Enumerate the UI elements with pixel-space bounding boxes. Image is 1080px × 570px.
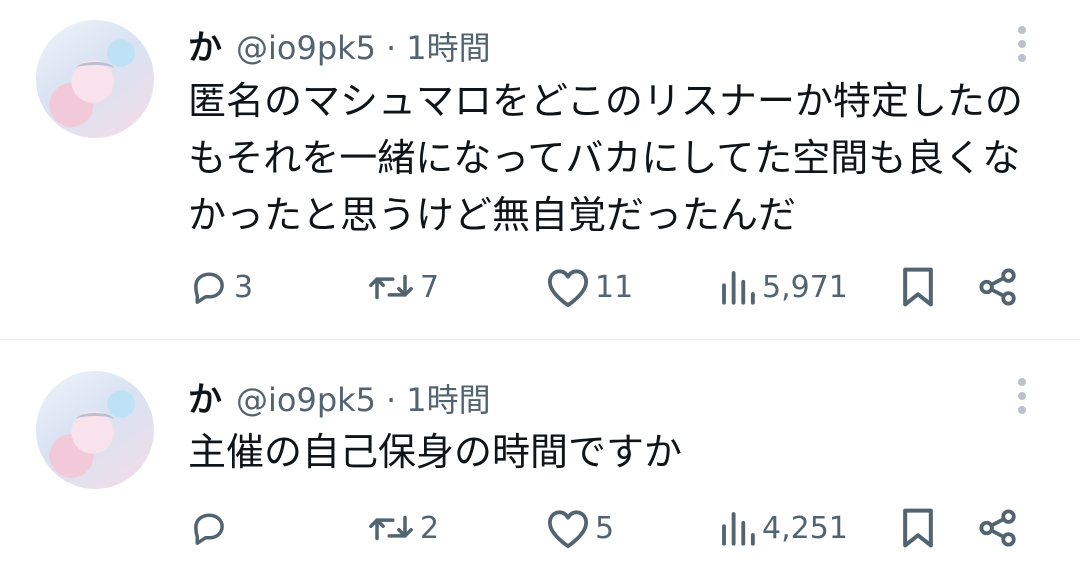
- retweet-button[interactable]: 7: [366, 262, 439, 312]
- share-button[interactable]: [977, 262, 1019, 312]
- separator: ·: [386, 381, 397, 419]
- reply-icon: [194, 272, 224, 304]
- view-count: 5,971: [762, 269, 848, 305]
- tweet-actions: 2 5 4,251: [188, 503, 1048, 553]
- reply-button[interactable]: [188, 503, 234, 553]
- tweet-actions: 3 7 11 5,971: [188, 262, 1048, 312]
- tweet[interactable]: か @io9pk5 · 1時間 匿名のマシュマロをどこのリスナーか特定したのもそ…: [0, 0, 1080, 339]
- tweet-text: 匿名のマシュマロをどこのリスナーか特定したのもそれを一緒になってバカにしてた空間…: [188, 79, 1023, 237]
- display-name[interactable]: か: [188, 20, 222, 69]
- display-name[interactable]: か: [188, 372, 222, 421]
- avatar[interactable]: [36, 371, 154, 489]
- bookmark-icon: [903, 267, 933, 307]
- user-handle[interactable]: @io9pk5: [236, 381, 376, 419]
- timestamp[interactable]: 1時間: [406, 375, 490, 421]
- more-vertical-icon[interactable]: [1016, 378, 1028, 414]
- like-button[interactable]: 11: [545, 262, 633, 312]
- retweet-icon: [369, 515, 413, 541]
- tweet-header: か @io9pk5 · 1時間: [188, 20, 491, 68]
- view-count: 4,251: [762, 510, 848, 546]
- retweet-button[interactable]: 2: [366, 503, 439, 553]
- user-handle[interactable]: @io9pk5: [236, 29, 376, 67]
- tweet-header: か @io9pk5 · 1時間: [188, 372, 491, 420]
- views-button[interactable]: 5,971: [718, 262, 848, 312]
- share-icon: [979, 509, 1016, 547]
- retweet-icon: [369, 274, 413, 300]
- like-count: 5: [595, 510, 615, 546]
- reply-button[interactable]: 3: [188, 262, 253, 312]
- bookmark-icon: [903, 508, 933, 548]
- share-icon: [979, 268, 1016, 306]
- views-button[interactable]: 4,251: [718, 503, 848, 553]
- retweet-count: 7: [420, 269, 440, 305]
- separator: ·: [386, 29, 397, 67]
- like-count: 11: [595, 269, 634, 305]
- reply-count: 3: [234, 269, 254, 305]
- retweet-count: 2: [420, 510, 440, 546]
- heart-icon: [547, 269, 589, 308]
- reply-icon: [194, 513, 224, 545]
- more-vertical-icon[interactable]: [1016, 26, 1028, 62]
- timestamp[interactable]: 1時間: [406, 23, 490, 69]
- heart-icon: [547, 510, 589, 549]
- bookmark-button[interactable]: [898, 262, 938, 312]
- views-icon: [722, 512, 755, 546]
- bookmark-button[interactable]: [898, 503, 938, 553]
- share-button[interactable]: [977, 503, 1019, 553]
- like-button[interactable]: 5: [545, 503, 614, 553]
- tweet-text: 主催の自己保身の時間ですか: [188, 430, 683, 474]
- tweet[interactable]: か @io9pk5 · 1時間 主催の自己保身の時間ですか 2 5 4,251: [0, 340, 1080, 570]
- avatar[interactable]: [36, 20, 154, 138]
- views-icon: [722, 271, 755, 305]
